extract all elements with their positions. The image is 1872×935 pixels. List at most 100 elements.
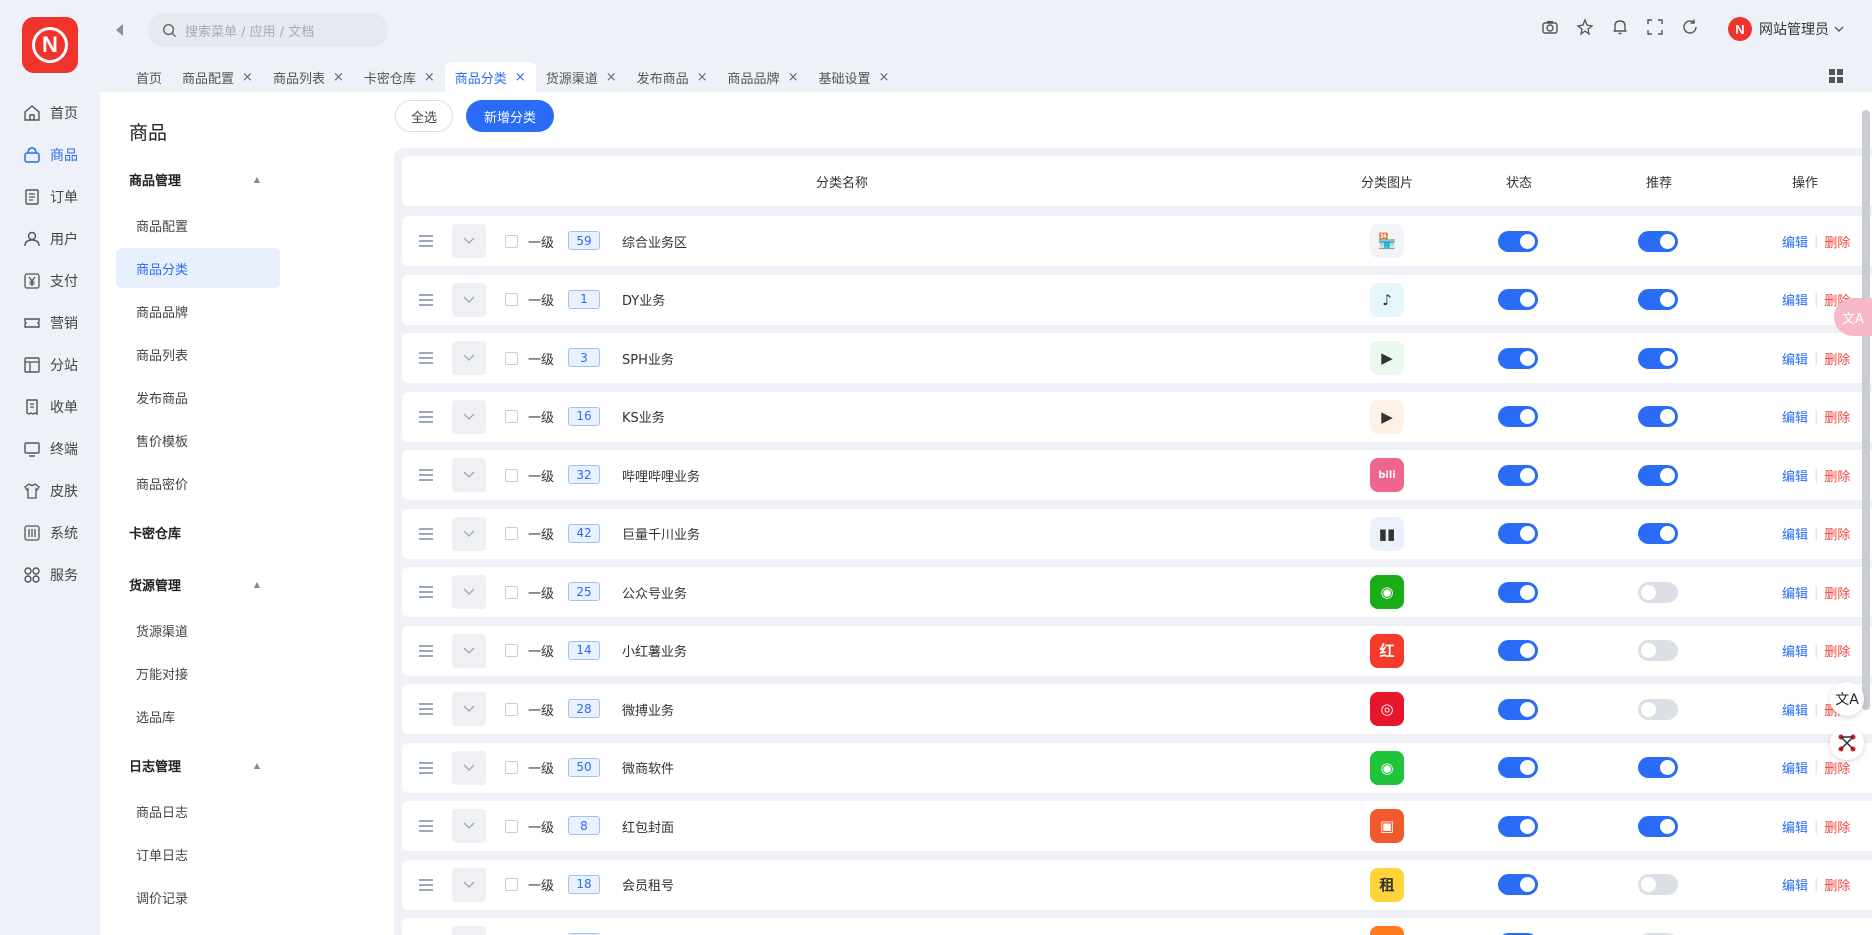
subnav-item[interactable]: 选品库 [116, 696, 280, 736]
app-logo[interactable]: N [22, 17, 78, 73]
delete-link[interactable]: 删除 [1824, 407, 1850, 426]
delete-link[interactable]: 删除 [1824, 524, 1850, 543]
recommend-toggle[interactable] [1638, 275, 1678, 325]
checkbox[interactable] [505, 761, 518, 774]
recommend-toggle[interactable] [1638, 860, 1678, 910]
status-toggle[interactable] [1498, 918, 1538, 935]
row-checkbox[interactable] [505, 450, 518, 500]
expand-button[interactable] [452, 516, 486, 551]
expand-button[interactable] [452, 224, 486, 258]
drag-handle-icon[interactable] [418, 216, 434, 266]
row-checkbox[interactable] [505, 860, 518, 910]
delete-link[interactable]: 删除 [1824, 232, 1850, 251]
recommend-toggle[interactable] [1638, 918, 1678, 935]
subnav-item[interactable]: 订单日志 [116, 834, 280, 874]
drag-handle-icon[interactable] [418, 509, 434, 559]
edit-link[interactable]: 编辑 [1782, 290, 1808, 309]
expand-button[interactable] [452, 458, 486, 492]
close-icon[interactable]: × [606, 70, 617, 85]
row-checkbox[interactable] [505, 275, 518, 325]
page-scrollbar[interactable] [1862, 110, 1870, 710]
tab-7[interactable]: 商品品牌 × [718, 62, 809, 92]
nav-item-order[interactable]: 订单 [0, 176, 100, 218]
subnav-item[interactable]: 商品密价 [116, 463, 280, 503]
drag-handle-icon[interactable] [418, 684, 434, 734]
row-checkbox[interactable] [505, 626, 518, 676]
recommend-toggle[interactable] [1638, 509, 1678, 559]
expand-button[interactable] [452, 575, 486, 609]
tab-3[interactable]: 卡密仓库 × [354, 62, 445, 92]
checkbox[interactable] [505, 702, 518, 716]
subnav-item[interactable]: 万能对接 [116, 653, 280, 693]
status-toggle[interactable] [1498, 392, 1538, 442]
drag-handle-icon[interactable] [418, 275, 434, 325]
expand-button[interactable] [452, 341, 486, 375]
row-checkbox[interactable] [505, 918, 518, 935]
expand-button[interactable] [452, 926, 486, 935]
expand-button[interactable] [452, 750, 486, 785]
status-toggle[interactable] [1498, 275, 1538, 325]
checkbox[interactable] [505, 878, 518, 891]
user-menu[interactable]: N 网站管理员 [1728, 17, 1844, 41]
nav-item-shirt[interactable]: 皮肤 [0, 470, 100, 512]
edit-link[interactable]: 编辑 [1782, 875, 1808, 894]
row-checkbox[interactable] [505, 567, 518, 617]
close-icon[interactable]: × [788, 70, 799, 85]
drag-handle-icon[interactable] [418, 918, 434, 935]
status-toggle[interactable] [1498, 216, 1538, 266]
nav-item-monitor[interactable]: 终端 [0, 428, 100, 470]
nav-item-ticket[interactable]: 营销 [0, 302, 100, 344]
edit-link[interactable]: 编辑 [1782, 700, 1808, 719]
drag-handle-icon[interactable] [418, 626, 434, 676]
subnav-item[interactable]: 商品配置 [116, 205, 280, 245]
drag-handle-icon[interactable] [418, 860, 434, 910]
delete-link[interactable]: 删除 [1824, 466, 1850, 485]
add-category-button[interactable]: 新增分类 [466, 100, 554, 132]
expand-button[interactable] [452, 633, 486, 668]
nav-item-receipt[interactable]: 收单 [0, 386, 100, 428]
checkbox[interactable] [505, 527, 518, 540]
row-checkbox[interactable] [505, 684, 518, 734]
close-icon[interactable]: × [333, 70, 344, 85]
recommend-toggle[interactable] [1638, 216, 1678, 266]
checkbox[interactable] [505, 293, 518, 306]
checkbox[interactable] [505, 585, 518, 599]
checkbox[interactable] [505, 468, 518, 482]
nav-item-home[interactable]: 首页 [0, 92, 100, 134]
nav-item-sliders[interactable]: 系统 [0, 512, 100, 554]
subnav-item[interactable]: 售价模板 [116, 420, 280, 460]
recommend-toggle[interactable] [1638, 567, 1678, 617]
edit-link[interactable]: 编辑 [1782, 758, 1808, 777]
drag-handle-icon[interactable] [418, 743, 434, 793]
drag-handle-icon[interactable] [418, 333, 434, 383]
close-icon[interactable]: × [242, 70, 253, 85]
close-icon[interactable]: × [424, 70, 435, 85]
expand-button[interactable] [452, 282, 486, 317]
refresh-icon[interactable] [1680, 17, 1700, 37]
expand-button[interactable] [452, 867, 486, 902]
status-toggle[interactable] [1498, 626, 1538, 676]
checkbox[interactable] [505, 351, 518, 365]
delete-link[interactable]: 删除 [1824, 349, 1850, 368]
status-toggle[interactable] [1498, 509, 1538, 559]
nav-item-yen[interactable]: 支付 [0, 260, 100, 302]
tab-1[interactable]: 商品配置 × [172, 62, 263, 92]
delete-link[interactable]: 删除 [1824, 758, 1850, 777]
network-icon[interactable] [1830, 726, 1864, 760]
drag-handle-icon[interactable] [418, 450, 434, 500]
expand-button[interactable] [452, 809, 486, 843]
recommend-toggle[interactable] [1638, 333, 1678, 383]
camera-icon[interactable] [1540, 17, 1560, 37]
translate-float-button[interactable]: 文A [1834, 298, 1872, 336]
subnav-item[interactable]: 商品品牌 [116, 291, 280, 331]
edit-link[interactable]: 编辑 [1782, 524, 1808, 543]
status-toggle[interactable] [1498, 333, 1538, 383]
row-checkbox[interactable] [505, 333, 518, 383]
tab-8[interactable]: 基础设置 × [808, 62, 899, 92]
subnav-group-0[interactable]: 商品管理 ▲ [100, 156, 296, 202]
bell-icon[interactable] [1610, 17, 1630, 37]
subnav-item[interactable]: 商品列表 [116, 334, 280, 374]
expand-button[interactable] [452, 399, 486, 434]
subnav-group-2[interactable]: 货源管理 ▲ [100, 561, 296, 607]
recommend-toggle[interactable] [1638, 450, 1678, 500]
